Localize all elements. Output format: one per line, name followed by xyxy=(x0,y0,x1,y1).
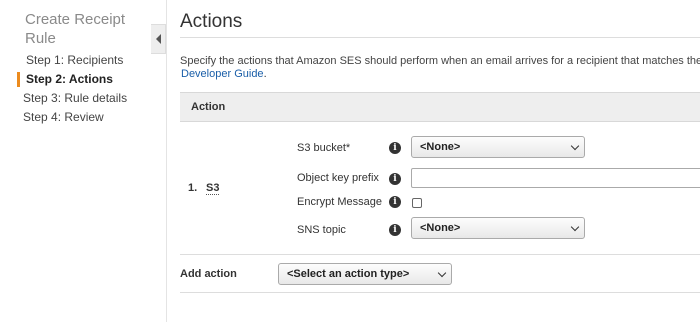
action-row-number: 1. xyxy=(188,182,198,194)
sidebar-divider xyxy=(166,0,167,322)
guide-line: Developer Guide. xyxy=(181,67,267,81)
s3-bucket-select[interactable]: <None> xyxy=(411,136,585,158)
step-review[interactable]: Step 4: Review xyxy=(0,109,150,128)
object-key-prefix-info-icon[interactable]: i xyxy=(389,173,401,185)
sns-topic-select-value: <None> xyxy=(420,222,461,234)
row-divider xyxy=(180,254,700,255)
wizard-title: Create Receipt Rule xyxy=(25,11,126,47)
s3-bucket-label: S3 bucket* xyxy=(297,142,351,154)
object-key-prefix-input[interactable] xyxy=(411,168,700,188)
guide-suffix: . xyxy=(263,68,267,80)
step-recipients[interactable]: Step 1: Recipients xyxy=(0,52,150,71)
main-content: Actions Specify the actions that Amazon … xyxy=(180,0,700,322)
page-description: Specify the actions that Amazon SES shou… xyxy=(180,55,700,67)
wizard-sidebar: Create Receipt Rule Step 1: Recipients S… xyxy=(0,0,150,322)
encrypt-message-info-icon[interactable]: i xyxy=(389,196,401,208)
actions-table-header: Action xyxy=(180,92,700,122)
encrypt-message-label: Encrypt Message xyxy=(297,196,382,208)
step-rule-details[interactable]: Step 3: Rule details xyxy=(0,90,150,109)
s3-bucket-info-icon[interactable]: i xyxy=(389,142,401,154)
collapse-sidebar-button[interactable] xyxy=(151,24,166,54)
add-action-select[interactable]: <Select an action type> xyxy=(278,263,452,285)
sns-topic-info-icon[interactable]: i xyxy=(389,224,401,236)
action-type-label[interactable]: S3 xyxy=(206,182,220,195)
chevron-down-icon xyxy=(570,222,580,232)
developer-guide-link[interactable]: Developer Guide xyxy=(181,68,264,80)
chevron-left-icon xyxy=(155,34,161,44)
encrypt-message-checkbox[interactable] xyxy=(412,198,422,208)
add-action-label: Add action xyxy=(180,268,237,280)
bottom-divider xyxy=(180,292,700,293)
chevron-down-icon xyxy=(570,141,580,151)
sns-topic-label: SNS topic xyxy=(297,224,346,236)
add-action-select-value: <Select an action type> xyxy=(287,268,410,280)
chevron-down-icon xyxy=(437,268,447,278)
step-actions[interactable]: Step 2: Actions xyxy=(0,71,150,90)
wizard-steps: Step 1: Recipients Step 2: Actions Step … xyxy=(0,52,150,128)
page-title: Actions xyxy=(180,11,243,32)
action-column-header: Action xyxy=(191,101,226,113)
object-key-prefix-label: Object key prefix xyxy=(297,172,379,184)
s3-bucket-select-value: <None> xyxy=(420,141,461,153)
sns-topic-select[interactable]: <None> xyxy=(411,217,585,239)
title-divider xyxy=(180,37,700,38)
